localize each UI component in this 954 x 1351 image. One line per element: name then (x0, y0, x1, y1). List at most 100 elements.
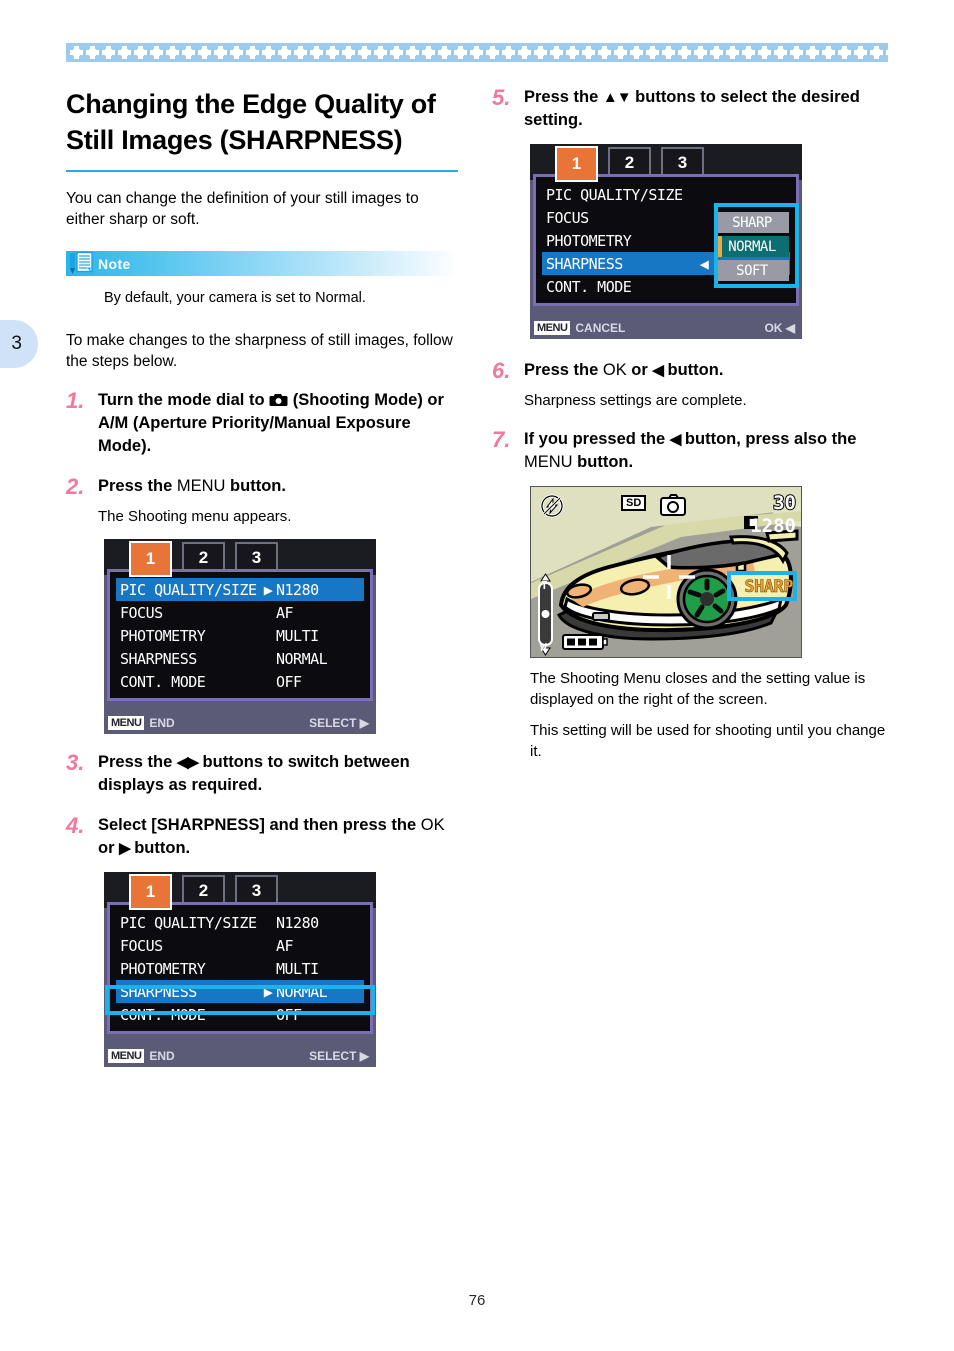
menu-row-value: MULTI (276, 959, 319, 978)
border-motif-icon (581, 45, 597, 61)
sharpness-options-panel: SHARP NORMAL SOFT (715, 212, 789, 284)
menu-row-value: MULTI (276, 626, 319, 645)
menu-row-photometry[interactable]: PHOTOMETRY MULTI (116, 624, 364, 647)
step-6-text: Press the OK or ◀ button. Sharpness sett… (524, 359, 888, 411)
border-motif-icon (725, 45, 741, 61)
border-motif-icon (309, 45, 325, 61)
border-motif-icon (485, 45, 501, 61)
border-motif-icon (453, 45, 469, 61)
border-motif-icon (357, 45, 373, 61)
menu-row-label: SHARPNESS (546, 254, 623, 273)
step-5-text-before: Press the (524, 88, 603, 106)
border-motif-icon (293, 45, 309, 61)
menu-row-pic-quality[interactable]: PIC QUALITY/SIZE ▶ N1280 (116, 578, 364, 601)
menu-row-label: PHOTOMETRY (120, 626, 206, 645)
menu-key-label: MENU (524, 453, 573, 471)
step-7-text-end: button. (572, 453, 634, 471)
chapter-tab: 3 (0, 320, 38, 368)
border-motif-icon (469, 45, 485, 61)
border-motif-icon (245, 45, 261, 61)
menu-row-cont-mode[interactable]: CONT. MODE OFF (116, 1003, 364, 1026)
image-size-label: 1280 (750, 515, 796, 537)
lcd-menu-list: PIC QUALITY/SIZE N1280 FOCUS AF PHOTOMET… (116, 911, 364, 1025)
step-4-text-after: button. (129, 839, 191, 857)
border-motif-icon (325, 45, 341, 61)
step-1: 1. Turn the mode dial to (Shooting Mode)… (66, 389, 458, 458)
left-column: Changing the Edge Quality of Still Image… (66, 86, 458, 1067)
note-label: Note (98, 255, 131, 272)
closing-paragraph-1: The Shooting Menu closes and the setting… (530, 670, 866, 708)
step-1-text: Turn the mode dial to (Shooting Mode) or… (98, 389, 458, 458)
border-motif-icon (373, 45, 389, 61)
step-5: 5. Press the ▲▼ buttons to select the de… (492, 86, 888, 132)
menu-row-pic-quality[interactable]: PIC QUALITY/SIZE N1280 (116, 911, 364, 934)
lcd-screen-sharpness-selected: 1 2 3 PIC QUALITY/SIZE N1280 FOCUS AF PH… (104, 872, 376, 1067)
step-7-number: 7. (492, 427, 511, 452)
border-motif-icon (69, 45, 85, 61)
option-soft[interactable]: SOFT (715, 260, 789, 281)
lcd-screen-sharpness-options: 1 2 3 PIC QUALITY/SIZE FOCUS PHOTOMETRY … (530, 144, 802, 339)
border-motif-icon (773, 45, 789, 61)
border-motif-icon (869, 45, 885, 61)
step-2-text-after: button. (225, 477, 286, 495)
border-motif-icon (421, 45, 437, 61)
menu-row-focus[interactable]: FOCUS AF (116, 601, 364, 624)
menu-row-label: SHARPNESS (120, 982, 197, 1001)
menu-row-label: SHARPNESS (120, 649, 197, 668)
menu-row-sharpness[interactable]: SHARPNESS NORMAL (116, 647, 364, 670)
step-4-mid: or (98, 839, 120, 857)
menu-row-sharpness[interactable]: SHARPNESS ▶ NORMAL (116, 980, 364, 1003)
border-motif-icon (389, 45, 405, 61)
menu-row-arrow-icon: ▶ (263, 580, 273, 599)
step-3-text: Press the ◀▶ buttons to switch between d… (98, 751, 458, 797)
step-3-number: 3. (66, 750, 85, 775)
step-4: 4. Select [SHARPNESS] and then press the… (66, 814, 458, 860)
border-motif-icon (837, 45, 853, 61)
border-motif-icon (85, 45, 101, 61)
step-5-text: Press the ▲▼ buttons to select the desir… (524, 86, 888, 132)
step-7-text-after: button, press also the (680, 430, 857, 448)
menu-row-focus[interactable]: FOCUS AF (116, 934, 364, 957)
border-motif-icon (165, 45, 181, 61)
border-motif-icon (133, 45, 149, 61)
menu-row-photometry[interactable]: PHOTOMETRY MULTI (116, 957, 364, 980)
border-motif-icon (517, 45, 533, 61)
option-sharp[interactable]: SHARP (715, 212, 789, 233)
step-2-text-before: Press the (98, 477, 177, 495)
border-motif-icon (693, 45, 709, 61)
note-banner: Note (66, 251, 458, 276)
lcd-tab-1[interactable]: 1 (555, 146, 598, 182)
menu-row-label: CONT. MODE (120, 1005, 206, 1024)
lcd-screen-shooting-menu: 1 2 3 PIC QUALITY/SIZE ▶ N1280 FOCUS AF … (104, 539, 376, 734)
border-motif-icon (405, 45, 421, 61)
up-down-triangle-icon: ▲▼ (602, 89, 632, 106)
lcd-screen-live-view: SD 30 1280 T W SHARP (530, 486, 802, 658)
border-motif-icon (789, 45, 805, 61)
option-normal[interactable]: NORMAL (715, 236, 789, 257)
title-underline (66, 170, 458, 172)
border-motif-icon (501, 45, 517, 61)
right-column: 5. Press the ▲▼ buttons to select the de… (492, 86, 888, 762)
lcd-tab-1[interactable]: 1 (129, 541, 172, 577)
step-7-text: If you pressed the ◀ button, press also … (524, 428, 888, 474)
menu-row-cont-mode[interactable]: CONT. MODE OFF (116, 670, 364, 693)
menu-row-label: PHOTOMETRY (120, 959, 206, 978)
menu-row-label: PIC QUALITY/SIZE (546, 185, 683, 204)
menu-row-pic-quality[interactable]: PIC QUALITY/SIZE (542, 183, 790, 206)
chapter-number: 3 (11, 333, 22, 354)
note-pencil-icon (66, 251, 96, 276)
border-motif-icon (149, 45, 165, 61)
border-motif-icon (549, 45, 565, 61)
step-2: 2. Press the MENU button. The Shooting m… (66, 475, 458, 527)
lcd-footer-right: SELECT ▶ (309, 1048, 369, 1063)
step-6-mid: or (626, 361, 653, 379)
step-6-number: 6. (492, 358, 511, 383)
border-motif-icon (741, 45, 757, 61)
border-motif-icon (853, 45, 869, 61)
menu-row-arrow-icon: ▶ (263, 982, 273, 1001)
lcd-tab-1[interactable]: 1 (129, 874, 172, 910)
menu-row-value: N1280 (276, 580, 364, 599)
border-motif-icon (181, 45, 197, 61)
lcd-menu-list: PIC QUALITY/SIZE ▶ N1280 FOCUS AF PHOTOM… (116, 578, 364, 692)
step-1-number: 1. (66, 388, 85, 413)
